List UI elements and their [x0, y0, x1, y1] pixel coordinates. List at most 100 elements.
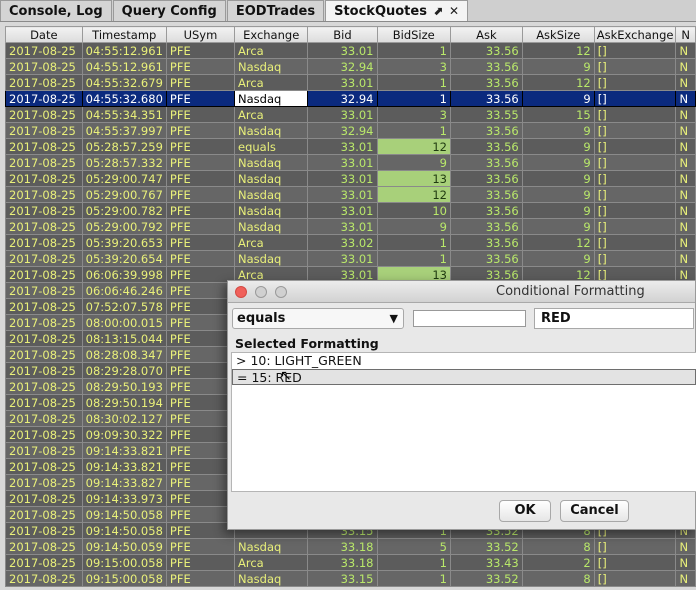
table-cell-ts[interactable]: 05:29:00.792: [81, 218, 167, 235]
table-cell-ts[interactable]: 09:15:00.058: [81, 570, 167, 587]
table-cell-ts[interactable]: 04:55:37.997: [81, 122, 167, 139]
table-cell-bid[interactable]: 33.01: [307, 218, 378, 235]
table-cell-ask[interactable]: 33.55: [449, 106, 523, 123]
table-cell-bidsize[interactable]: 3: [376, 106, 451, 123]
table-cell-ts[interactable]: 08:30:02.127: [81, 410, 167, 427]
table-cell-bidsize[interactable]: 12: [376, 186, 451, 203]
table-cell-bidsize[interactable]: 13: [376, 170, 451, 187]
ok-button[interactable]: OK: [499, 500, 551, 522]
table-cell-askexch[interactable]: []: [593, 250, 677, 267]
table-cell-ask[interactable]: 33.43: [449, 554, 523, 571]
table-cell-ts[interactable]: 07:52:07.578: [81, 298, 167, 315]
table-cell-bidsize[interactable]: 1: [376, 90, 451, 107]
table-cell-bid[interactable]: 33.01: [307, 74, 378, 91]
table-cell-date[interactable]: 2017-08-25: [5, 362, 83, 379]
table-cell-askexch[interactable]: []: [593, 570, 677, 587]
table-cell-n[interactable]: N: [675, 554, 696, 571]
table-cell-ts[interactable]: 06:06:39.998: [81, 266, 167, 283]
table-cell-bid[interactable]: 33.18: [307, 554, 378, 571]
table-cell-ask[interactable]: 33.56: [449, 122, 523, 139]
table-cell-askexch[interactable]: []: [593, 154, 677, 171]
table-cell-sym[interactable]: PFE: [165, 394, 236, 411]
tab-console-log[interactable]: Console, Log: [0, 0, 112, 21]
table-row[interactable]: 2017-08-25 05:39:20.653 PFE Arca 33.02 1 33.56…: [5, 234, 696, 251]
table-cell-ts[interactable]: 09:09:30.322: [81, 426, 167, 443]
table-cell-exch[interactable]: Nasdaq: [233, 90, 309, 107]
table-cell-sym[interactable]: PFE: [165, 314, 236, 331]
table-cell-date[interactable]: 2017-08-25: [5, 218, 83, 235]
table-cell-ask[interactable]: 33.56: [449, 58, 523, 75]
table-cell-exch[interactable]: Arca: [233, 554, 309, 571]
table-cell-exch[interactable]: Nasdaq: [233, 218, 309, 235]
table-cell-bid[interactable]: 32.94: [307, 122, 378, 139]
pin-icon[interactable]: ⬈: [433, 4, 443, 18]
table-cell-ask[interactable]: 33.56: [449, 186, 523, 203]
table-cell-ts[interactable]: 05:39:20.653: [81, 234, 167, 251]
table-cell-ts[interactable]: 04:55:12.961: [81, 42, 167, 59]
table-cell-n[interactable]: N: [675, 106, 696, 123]
table-cell-sym[interactable]: PFE: [165, 90, 236, 107]
table-cell-bidsize[interactable]: 1: [376, 554, 451, 571]
column-header[interactable]: Timestamp: [81, 26, 167, 43]
table-cell-ts[interactable]: 08:29:50.194: [81, 394, 167, 411]
table-cell-n[interactable]: N: [675, 138, 696, 155]
table-cell-asksize[interactable]: 9: [521, 170, 595, 187]
table-cell-sym[interactable]: PFE: [165, 538, 236, 555]
table-cell-ts[interactable]: 09:14:50.058: [81, 506, 167, 523]
table-cell-exch[interactable]: Arca: [233, 106, 309, 123]
table-cell-date[interactable]: 2017-08-25: [5, 410, 83, 427]
table-row[interactable]: 2017-08-25 04:55:32.679 PFE Arca 33.01 1 33.56…: [5, 74, 696, 91]
table-cell-sym[interactable]: PFE: [165, 490, 236, 507]
table-cell-date[interactable]: 2017-08-25: [5, 250, 83, 267]
table-cell-ts[interactable]: 06:06:46.246: [81, 282, 167, 299]
table-cell-askexch[interactable]: []: [593, 90, 677, 107]
table-cell-date[interactable]: 2017-08-25: [5, 202, 83, 219]
table-cell-askexch[interactable]: []: [593, 538, 677, 555]
table-cell-sym[interactable]: PFE: [165, 442, 236, 459]
table-cell-sym[interactable]: PFE: [165, 170, 236, 187]
table-cell-ts[interactable]: 04:55:34.351: [81, 106, 167, 123]
table-cell-sym[interactable]: PFE: [165, 250, 236, 267]
color-selector[interactable]: RED: [534, 308, 694, 329]
close-icon[interactable]: ✕: [449, 4, 459, 18]
table-cell-bidsize[interactable]: 1: [376, 122, 451, 139]
table-cell-bid[interactable]: 33.01: [307, 202, 378, 219]
table-cell-askexch[interactable]: []: [593, 106, 677, 123]
column-header[interactable]: Date: [5, 26, 83, 43]
table-cell-sym[interactable]: PFE: [165, 330, 236, 347]
table-cell-asksize[interactable]: 2: [521, 554, 595, 571]
tab-stockquotes[interactable]: StockQuotes ⬈ ✕: [325, 0, 469, 21]
column-header[interactable]: Exchange: [233, 26, 309, 43]
table-cell-asksize[interactable]: 9: [521, 58, 595, 75]
table-cell-asksize[interactable]: 8: [521, 570, 595, 587]
table-cell-askexch[interactable]: []: [593, 234, 677, 251]
table-row[interactable]: 2017-08-25 04:55:12.961 PFE Arca 33.01 1 33.56…: [5, 42, 696, 59]
table-cell-date[interactable]: 2017-08-25: [5, 74, 83, 91]
table-cell-ts[interactable]: 08:29:50.193: [81, 378, 167, 395]
tab-query-config[interactable]: Query Config: [112, 0, 226, 21]
table-cell-date[interactable]: 2017-08-25: [5, 122, 83, 139]
table-cell-date[interactable]: 2017-08-25: [5, 234, 83, 251]
table-cell-date[interactable]: 2017-08-25: [5, 282, 83, 299]
list-item[interactable]: = 15: RED: [232, 369, 696, 385]
table-cell-bid[interactable]: 33.01: [307, 170, 378, 187]
table-cell-sym[interactable]: PFE: [165, 426, 236, 443]
table-cell-sym[interactable]: PFE: [165, 474, 236, 491]
table-cell-date[interactable]: 2017-08-25: [5, 42, 83, 59]
column-header[interactable]: Bid: [307, 26, 378, 43]
table-cell-askexch[interactable]: []: [593, 138, 677, 155]
table-cell-date[interactable]: 2017-08-25: [5, 58, 83, 75]
table-cell-bid[interactable]: 33.01: [307, 250, 378, 267]
table-cell-sym[interactable]: PFE: [165, 410, 236, 427]
table-cell-sym[interactable]: PFE: [165, 362, 236, 379]
table-cell-ask[interactable]: 33.56: [449, 170, 523, 187]
table-cell-ts[interactable]: 08:29:28.070: [81, 362, 167, 379]
table-row[interactable]: 2017-08-25 05:28:57.259 PFE equals 33.01 12 33…: [5, 138, 696, 155]
table-cell-ts[interactable]: 05:28:57.332: [81, 154, 167, 171]
table-cell-date[interactable]: 2017-08-25: [5, 170, 83, 187]
table-cell-exch[interactable]: Nasdaq: [233, 570, 309, 587]
table-cell-sym[interactable]: PFE: [165, 74, 236, 91]
table-cell-ts[interactable]: 08:28:08.347: [81, 346, 167, 363]
table-cell-exch[interactable]: Arca: [233, 234, 309, 251]
table-cell-sym[interactable]: PFE: [165, 42, 236, 59]
